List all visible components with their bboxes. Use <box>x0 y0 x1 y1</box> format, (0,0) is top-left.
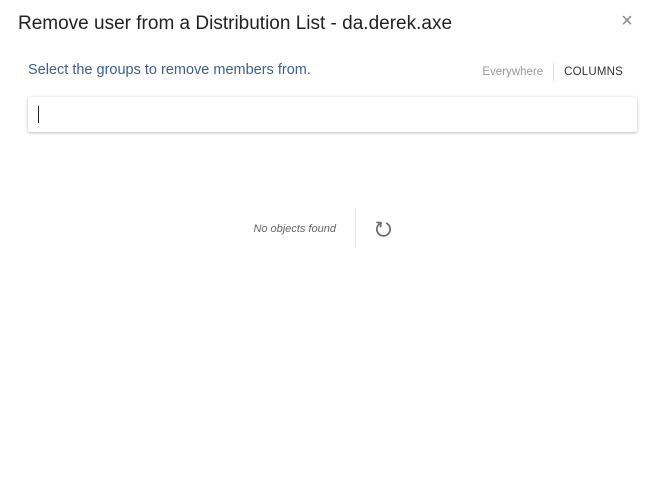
scope-bar: Everywhere COLUMNS <box>482 62 623 82</box>
scope-selector[interactable]: Everywhere <box>482 66 553 78</box>
columns-button[interactable]: COLUMNS <box>554 66 623 78</box>
search-input[interactable] <box>28 97 637 132</box>
empty-state-divider <box>355 208 356 248</box>
close-icon[interactable]: × <box>617 11 637 31</box>
search-box[interactable] <box>28 97 637 132</box>
refresh-icon-svg <box>376 221 391 237</box>
empty-message: No objects found <box>253 223 336 235</box>
instruction-text: Select the groups to remove members from… <box>28 62 311 78</box>
refresh-icon[interactable] <box>374 219 393 238</box>
dialog-title: Remove user from a Distribution List - d… <box>18 13 453 34</box>
remove-user-dialog: Remove user from a Distribution List - d… <box>0 0 653 485</box>
empty-state: No objects found <box>0 208 653 248</box>
text-caret <box>38 106 39 123</box>
